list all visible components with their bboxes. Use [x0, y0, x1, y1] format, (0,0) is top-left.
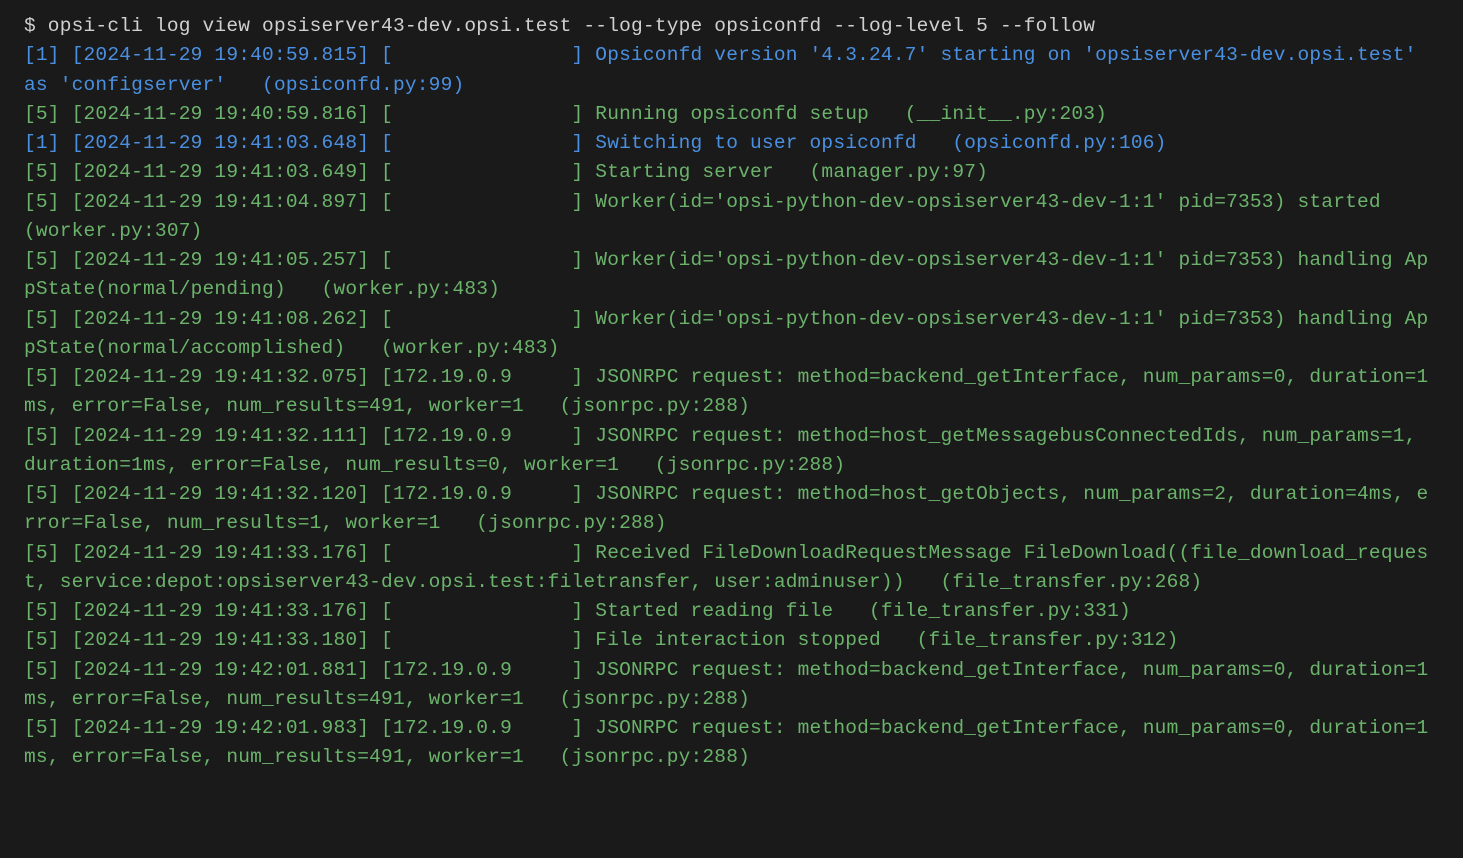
log-line: [5] [2024-11-29 19:41:03.649] [ ] Starti…	[24, 158, 1439, 187]
log-output: [1] [2024-11-29 19:40:59.815] [ ] Opsico…	[24, 41, 1439, 772]
log-line: [1] [2024-11-29 19:40:59.815] [ ] Opsico…	[24, 41, 1439, 100]
log-line: [5] [2024-11-29 19:42:01.983] [172.19.0.…	[24, 714, 1439, 773]
log-line: [5] [2024-11-29 19:42:01.881] [172.19.0.…	[24, 656, 1439, 715]
log-line: [5] [2024-11-29 19:41:32.075] [172.19.0.…	[24, 363, 1439, 422]
log-line: [1] [2024-11-29 19:41:03.648] [ ] Switch…	[24, 129, 1439, 158]
command-prompt: $ opsi-cli log view opsiserver43-dev.ops…	[24, 12, 1439, 41]
log-line: [5] [2024-11-29 19:41:08.262] [ ] Worker…	[24, 305, 1439, 364]
log-line: [5] [2024-11-29 19:40:59.816] [ ] Runnin…	[24, 100, 1439, 129]
log-line: [5] [2024-11-29 19:41:33.176] [ ] Starte…	[24, 597, 1439, 626]
log-line: [5] [2024-11-29 19:41:05.257] [ ] Worker…	[24, 246, 1439, 305]
log-line: [5] [2024-11-29 19:41:33.180] [ ] File i…	[24, 626, 1439, 655]
log-line: [5] [2024-11-29 19:41:04.897] [ ] Worker…	[24, 188, 1439, 247]
log-line: [5] [2024-11-29 19:41:32.111] [172.19.0.…	[24, 422, 1439, 481]
log-line: [5] [2024-11-29 19:41:33.176] [ ] Receiv…	[24, 539, 1439, 598]
log-line: [5] [2024-11-29 19:41:32.120] [172.19.0.…	[24, 480, 1439, 539]
